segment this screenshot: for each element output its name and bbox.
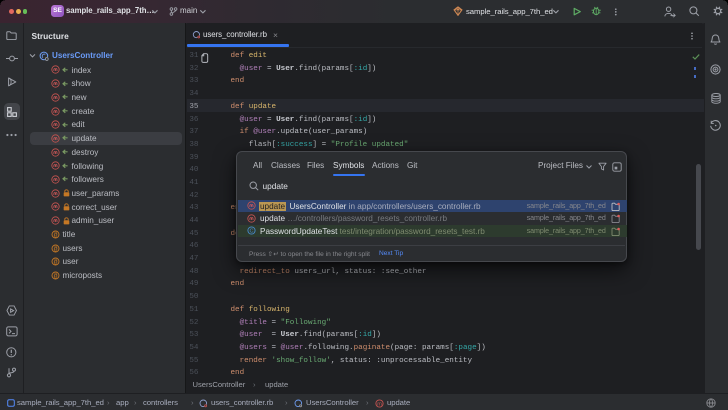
- svg-text:m: m: [377, 401, 382, 407]
- svg-text:@: @: [54, 231, 58, 238]
- svg-text:@: @: [54, 259, 58, 266]
- svg-text:@: @: [54, 245, 58, 252]
- svg-text:C: C: [249, 229, 253, 235]
- svg-text:@: @: [54, 272, 58, 279]
